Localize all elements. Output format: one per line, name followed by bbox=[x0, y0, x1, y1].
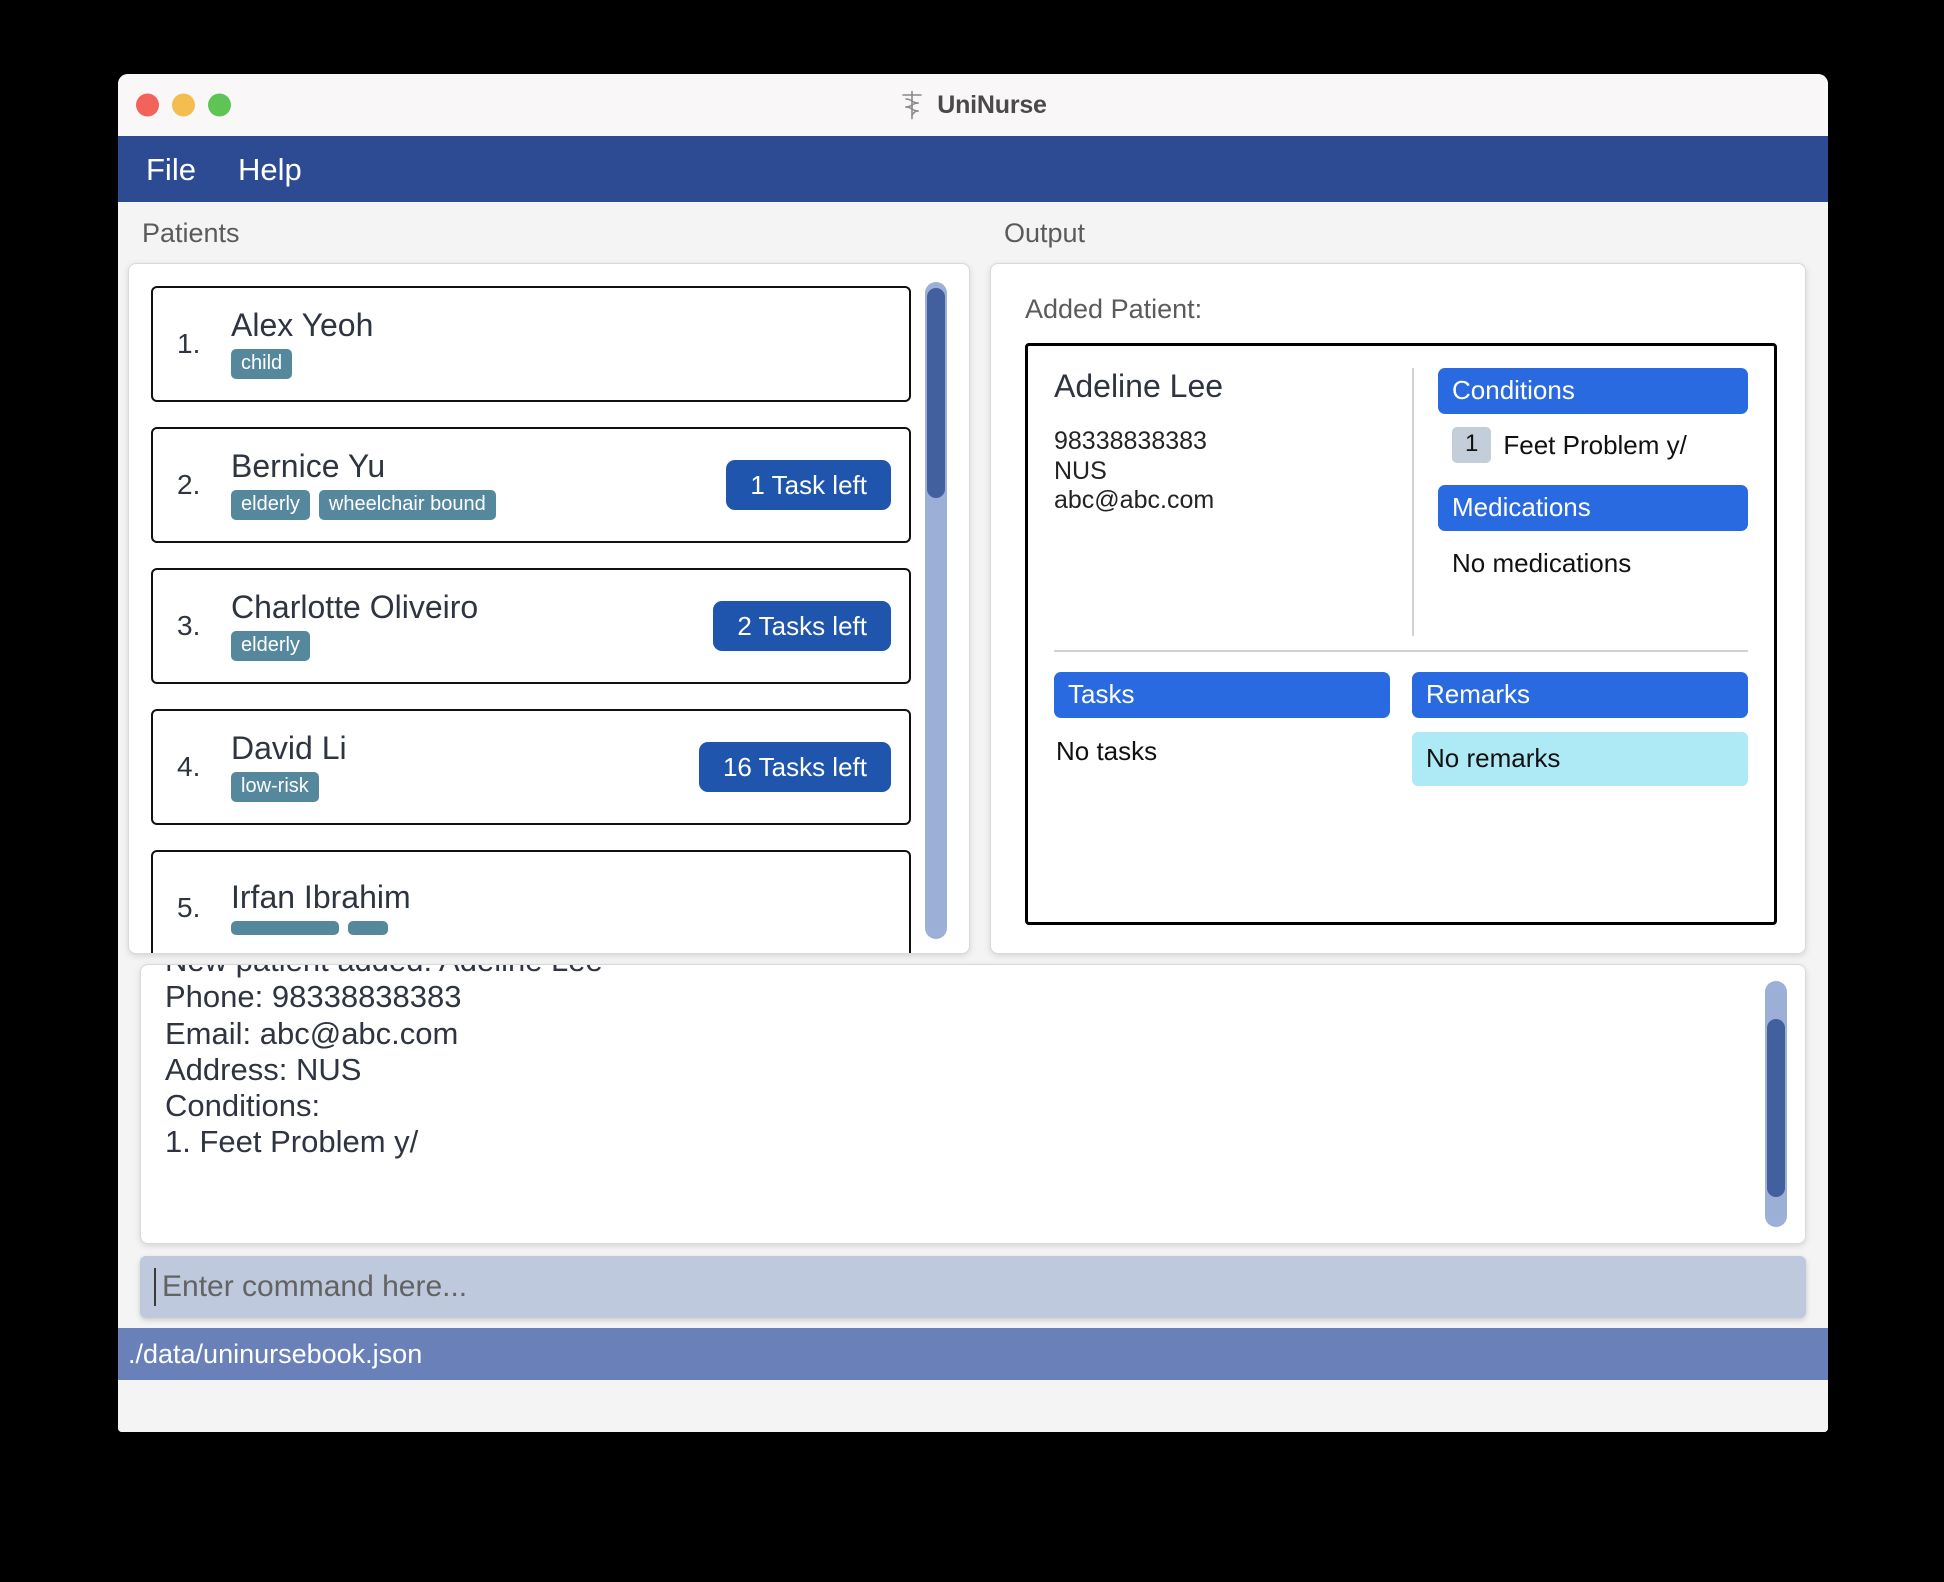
patient-tags: elderly bbox=[231, 631, 713, 661]
added-patient-label: Added Patient: bbox=[1025, 294, 1777, 325]
patient-index: 5. bbox=[171, 892, 231, 924]
patient-tag: low-risk bbox=[231, 772, 319, 802]
patient-name: Charlotte Oliveiro bbox=[231, 591, 713, 625]
output-pane-label: Output bbox=[990, 202, 1806, 263]
patient-name: Irfan Ibrahim bbox=[231, 881, 891, 915]
menu-bar: File Help bbox=[118, 136, 1828, 202]
tasks-left-badge[interactable]: 1 Task left bbox=[726, 460, 891, 510]
result-display-scrollbar-thumb[interactable] bbox=[1767, 1019, 1785, 1197]
patient-name: Alex Yeoh bbox=[231, 309, 891, 343]
remarks-empty-chip: No remarks bbox=[1412, 732, 1748, 786]
detail-patient-name: Adeline Lee bbox=[1054, 368, 1394, 405]
medications-header: Medications bbox=[1438, 485, 1748, 531]
command-input-placeholder: Enter command here... bbox=[162, 1270, 467, 1304]
detail-bottom-section: Tasks No tasks Remarks No remarks bbox=[1054, 672, 1748, 900]
traffic-lights bbox=[136, 94, 231, 117]
patient-list-item[interactable]: 2. Bernice Yu elderly wheelchair bound 1… bbox=[151, 427, 911, 543]
detail-identity-column: Adeline Lee 98338838383 NUS abc@abc.com bbox=[1054, 368, 1414, 636]
tasks-column: Tasks No tasks bbox=[1054, 672, 1390, 900]
detail-email: abc@abc.com bbox=[1054, 486, 1394, 516]
status-bar: ./data/uninursebook.json bbox=[118, 1328, 1828, 1380]
patient-tags: low-risk bbox=[231, 772, 699, 802]
patient-info: Irfan Ibrahim bbox=[231, 881, 891, 936]
patient-list-box: 1. Alex Yeoh child 2. Bernice bbox=[128, 263, 970, 954]
patient-list-item[interactable]: 3. Charlotte Oliveiro elderly 2 Tasks le… bbox=[151, 568, 911, 684]
patient-tag: child bbox=[231, 349, 292, 379]
condition-text: Feet Problem y/ bbox=[1503, 430, 1687, 461]
patient-name: David Li bbox=[231, 732, 699, 766]
result-display-text: New patient added: Adeline Lee Phone: 98… bbox=[165, 964, 1735, 1161]
condition-number: 1 bbox=[1452, 427, 1491, 463]
patient-info: Charlotte Oliveiro elderly bbox=[231, 591, 713, 662]
title-bar: UniNurse bbox=[118, 74, 1828, 136]
text-caret bbox=[154, 1268, 156, 1306]
result-display[interactable]: New patient added: Adeline Lee Phone: 98… bbox=[140, 964, 1806, 1244]
patient-list-item[interactable]: 5. Irfan Ibrahim bbox=[151, 850, 911, 953]
patient-index: 3. bbox=[171, 610, 231, 642]
app-window: UniNurse File Help Patients 1. Alex Yeoh bbox=[118, 74, 1828, 1432]
maximize-button[interactable] bbox=[208, 94, 231, 117]
remarks-header: Remarks bbox=[1412, 672, 1748, 718]
patient-tag bbox=[348, 921, 388, 935]
output-box: Added Patient: Adeline Lee 98338838383 N… bbox=[990, 263, 1806, 954]
detail-phone: 98338838383 bbox=[1054, 427, 1394, 457]
status-bar-path: ./data/uninursebook.json bbox=[128, 1339, 422, 1370]
result-display-wrap: New patient added: Adeline Lee Phone: 98… bbox=[118, 954, 1828, 1244]
patient-tag: elderly bbox=[231, 490, 310, 520]
menu-help[interactable]: Help bbox=[238, 154, 302, 185]
patient-tags: child bbox=[231, 349, 891, 379]
result-display-scrollbar[interactable] bbox=[1765, 981, 1787, 1227]
remarks-column: Remarks No remarks bbox=[1412, 672, 1748, 900]
patients-pane: Patients 1. Alex Yeoh child bbox=[118, 202, 970, 954]
patient-tags bbox=[231, 921, 891, 935]
patient-index: 1. bbox=[171, 328, 231, 360]
output-inner: Added Patient: Adeline Lee 98338838383 N… bbox=[991, 264, 1805, 953]
detail-clinical-column: Conditions 1 Feet Problem y/ Medications… bbox=[1414, 368, 1748, 636]
medications-empty-text: No medications bbox=[1438, 531, 1748, 579]
main-body: Patients 1. Alex Yeoh child bbox=[118, 202, 1828, 1432]
top-split: Patients 1. Alex Yeoh child bbox=[118, 202, 1828, 954]
patient-detail-card: Adeline Lee 98338838383 NUS abc@abc.com … bbox=[1025, 343, 1777, 925]
patient-tag: wheelchair bound bbox=[319, 490, 496, 520]
tasks-left-badge[interactable]: 2 Tasks left bbox=[713, 601, 891, 651]
tasks-empty-text: No tasks bbox=[1054, 718, 1390, 767]
command-input[interactable]: Enter command here... bbox=[140, 1256, 1806, 1318]
patients-pane-label: Patients bbox=[128, 202, 970, 263]
patient-list-item[interactable]: 4. David Li low-risk 16 Tasks left bbox=[151, 709, 911, 825]
condition-item: 1 Feet Problem y/ bbox=[1438, 414, 1748, 463]
patient-index: 4. bbox=[171, 751, 231, 783]
minimize-button[interactable] bbox=[172, 94, 195, 117]
patient-list[interactable]: 1. Alex Yeoh child 2. Bernice bbox=[129, 264, 969, 953]
patient-list-scrollbar-thumb[interactable] bbox=[927, 288, 945, 498]
tasks-header: Tasks bbox=[1054, 672, 1390, 718]
patient-index: 2. bbox=[171, 469, 231, 501]
patient-info: David Li low-risk bbox=[231, 732, 699, 803]
detail-top-section: Adeline Lee 98338838383 NUS abc@abc.com … bbox=[1054, 368, 1748, 636]
detail-divider bbox=[1054, 650, 1748, 652]
patient-list-scrollbar[interactable] bbox=[925, 282, 947, 939]
patient-list-item[interactable]: 1. Alex Yeoh child bbox=[151, 286, 911, 402]
patient-tag bbox=[231, 921, 339, 935]
patient-info: Bernice Yu elderly wheelchair bound bbox=[231, 450, 726, 521]
title-group: UniNurse bbox=[899, 90, 1047, 120]
detail-address: NUS bbox=[1054, 457, 1394, 487]
menu-file[interactable]: File bbox=[146, 154, 196, 185]
output-pane: Output Added Patient: Adeline Lee 983388… bbox=[970, 202, 1816, 954]
patient-tag: elderly bbox=[231, 631, 310, 661]
asclepius-staff-icon bbox=[899, 90, 925, 120]
app-title: UniNurse bbox=[937, 91, 1047, 120]
patient-tags: elderly wheelchair bound bbox=[231, 490, 726, 520]
patient-name: Bernice Yu bbox=[231, 450, 726, 484]
patient-info: Alex Yeoh child bbox=[231, 309, 891, 380]
spacer bbox=[1438, 463, 1748, 485]
conditions-header: Conditions bbox=[1438, 368, 1748, 414]
command-box-wrap: Enter command here... bbox=[118, 1244, 1828, 1328]
tasks-left-badge[interactable]: 16 Tasks left bbox=[699, 742, 891, 792]
close-button[interactable] bbox=[136, 94, 159, 117]
